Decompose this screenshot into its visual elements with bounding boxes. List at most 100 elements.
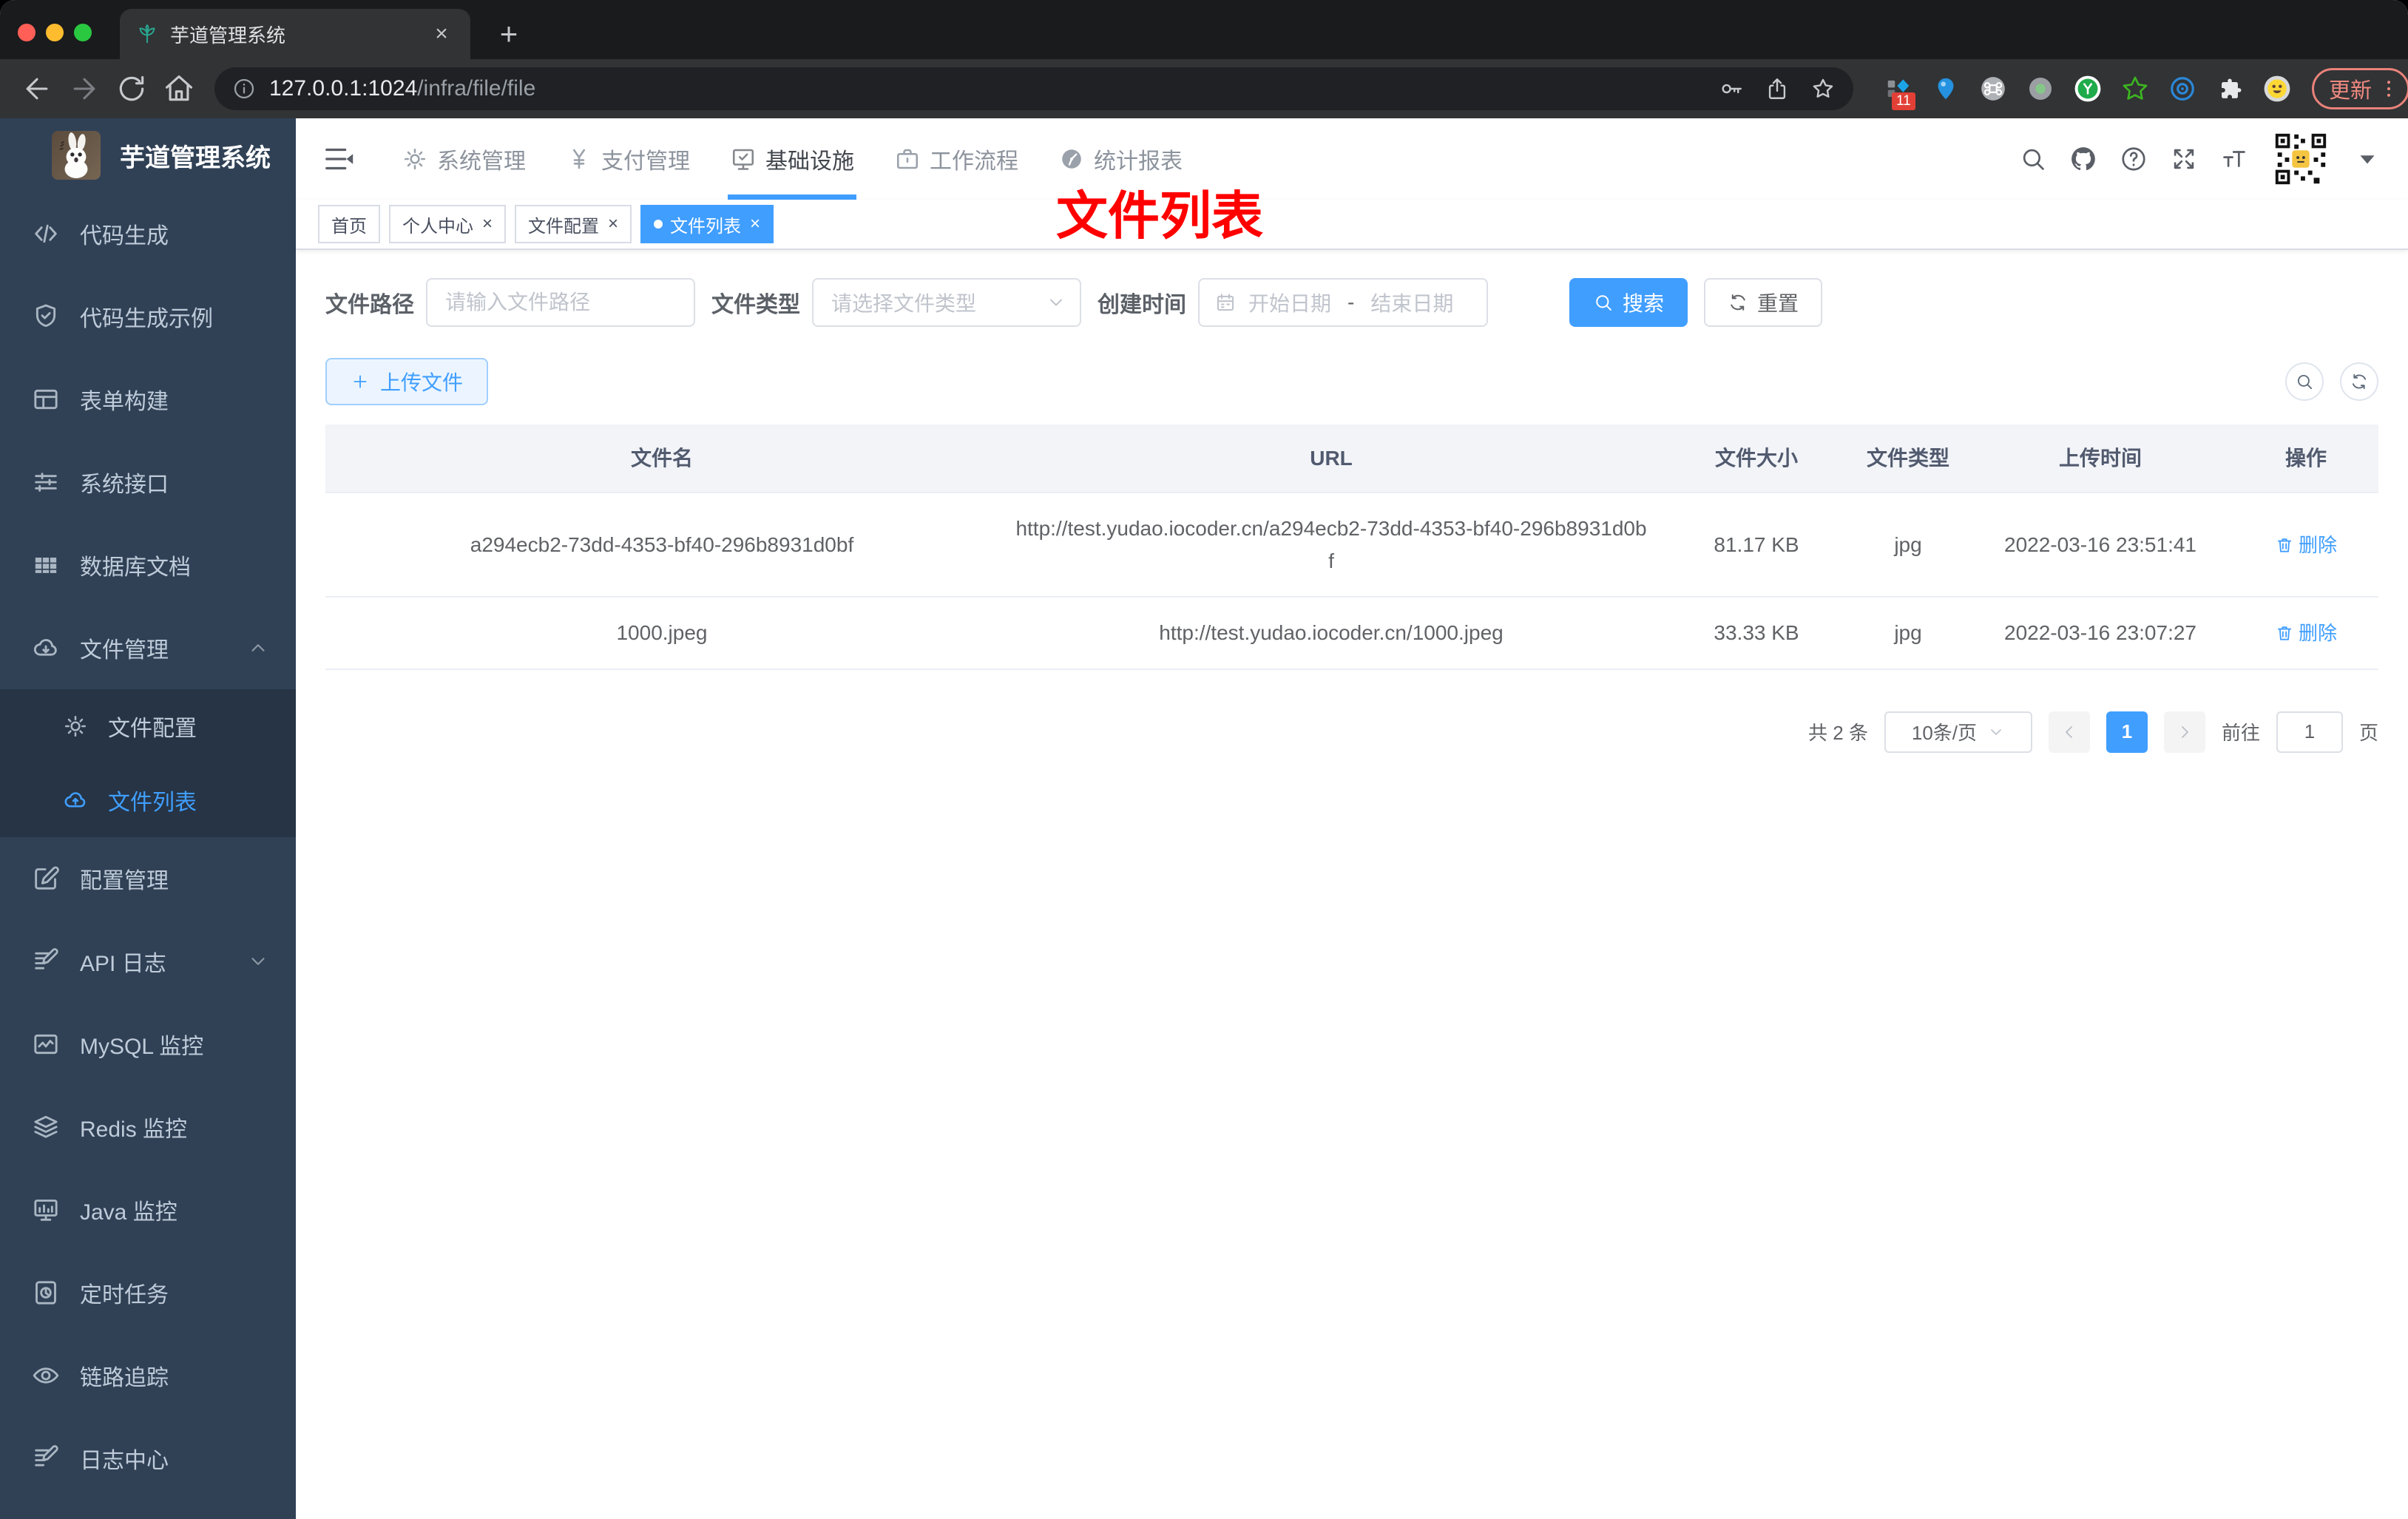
extension-dot-icon[interactable] <box>2026 75 2054 103</box>
tag-profile[interactable]: 个人中心 × <box>389 205 507 243</box>
refresh-table-button[interactable] <box>2340 362 2378 401</box>
site-info-icon[interactable] <box>232 77 256 101</box>
extension-y-icon[interactable] <box>2074 75 2102 103</box>
font-size-icon[interactable] <box>2220 145 2248 173</box>
sidebar: 芋道管理系统 代码生成 代码生成示例 表单构建 系统接口 数据库文档 文件管理 … <box>0 118 296 1519</box>
minimize-window-button[interactable] <box>46 24 64 41</box>
bookmark-star-icon[interactable] <box>1810 76 1836 101</box>
home-icon[interactable] <box>163 72 195 105</box>
date-range-picker[interactable]: 开始日期 - 结束日期 <box>1198 278 1488 327</box>
extension-star-icon[interactable] <box>2121 75 2149 103</box>
extension-eye-icon[interactable] <box>2168 75 2196 103</box>
back-icon[interactable] <box>21 72 53 105</box>
delete-label: 删除 <box>2298 533 2337 556</box>
file-type-label: 文件类型 <box>711 293 800 317</box>
extensions-puzzle-icon[interactable] <box>2216 75 2244 103</box>
toggle-search-button[interactable] <box>2285 362 2324 401</box>
sidebar-item-trace[interactable]: 链路追踪 <box>0 1334 296 1417</box>
delete-button[interactable]: 删除 <box>2275 530 2337 560</box>
document-edit-icon <box>31 947 61 976</box>
sidebar-item-code-gen[interactable]: 代码生成 <box>0 192 296 275</box>
prev-page-button[interactable] <box>2048 711 2090 753</box>
cell-url: http://test.yudao.iocoder.cn/a294ecb2-73… <box>1015 517 1647 572</box>
sidebar-item-java-monitor[interactable]: Java 监控 <box>0 1168 296 1251</box>
current-page-button[interactable]: 1 <box>2106 711 2148 753</box>
sidebar-item-file-list[interactable]: 文件列表 <box>0 763 296 837</box>
sidebar-item-file-config[interactable]: 文件配置 <box>0 689 296 763</box>
topnav-item-payment[interactable]: 支付管理 <box>546 118 710 200</box>
sidebar-item-mysql-monitor[interactable]: MySQL 监控 <box>0 1003 296 1086</box>
forward-icon[interactable] <box>68 72 101 105</box>
tag-file-config[interactable]: 文件配置 × <box>515 205 632 243</box>
tag-file-list[interactable]: 文件列表 × <box>640 205 774 243</box>
dashboard-icon <box>1058 146 1085 172</box>
extension-diamond-icon[interactable]: 11 <box>1884 75 1915 110</box>
calendar-icon <box>1214 291 1237 314</box>
reset-button[interactable]: 重置 <box>1704 278 1823 327</box>
sidebar-logo[interactable]: 芋道管理系统 <box>0 118 296 192</box>
sidebar-item-scheduled-tasks[interactable]: 定时任务 <box>0 1251 296 1334</box>
topnav-item-system[interactable]: 系统管理 <box>382 118 546 200</box>
update-label: 更新 <box>2329 79 2373 103</box>
help-icon[interactable] <box>2120 145 2148 173</box>
tag-close-icon[interactable]: × <box>482 214 493 234</box>
caret-down-icon[interactable] <box>2353 145 2381 173</box>
start-date-placeholder[interactable]: 开始日期 <box>1248 288 1331 317</box>
search-icon[interactable] <box>2019 145 2047 173</box>
file-path-input[interactable] <box>426 278 695 327</box>
new-tab-button[interactable]: + <box>488 13 530 55</box>
select-placeholder: 请选择文件类型 <box>831 292 977 315</box>
password-key-icon[interactable] <box>1719 76 1744 101</box>
profile-emoji-icon[interactable] <box>2263 75 2291 103</box>
tab-close-icon[interactable]: × <box>429 21 454 47</box>
fullscreen-icon[interactable] <box>2170 145 2198 173</box>
sidebar-item-db-doc[interactable]: 数据库文档 <box>0 524 296 606</box>
zoom-window-button[interactable] <box>74 24 92 41</box>
avatar[interactable] <box>2270 129 2331 189</box>
goto-page-input[interactable] <box>2276 711 2343 753</box>
browser-window: 芋道管理系统 × + 127.0.0.1:1024/infra/file/fil… <box>0 0 2408 1519</box>
tag-close-icon[interactable]: × <box>608 214 618 234</box>
page-size-select[interactable]: 10条/页 <box>1884 711 2032 753</box>
end-date-placeholder[interactable]: 结束日期 <box>1370 288 1453 317</box>
sidebar-item-log-center[interactable]: 日志中心 <box>0 1417 296 1500</box>
tag-home[interactable]: 首页 <box>318 205 380 243</box>
sidebar-item-code-gen-demo[interactable]: 代码生成示例 <box>0 275 296 358</box>
sidebar-item-label: 表单构建 <box>80 390 169 414</box>
create-time-label: 创建时间 <box>1098 293 1186 317</box>
tag-close-icon[interactable]: × <box>750 214 760 234</box>
upload-file-button[interactable]: 上传文件 <box>325 358 489 405</box>
search-button[interactable]: 搜索 <box>1569 278 1688 327</box>
plus-icon <box>351 372 370 391</box>
sidebar-item-form-builder[interactable]: 表单构建 <box>0 358 296 441</box>
browser-menu-icon[interactable] <box>2378 78 2400 100</box>
browser-tab[interactable]: 芋道管理系统 × <box>120 9 470 59</box>
collapse-sidebar-icon[interactable] <box>322 142 356 176</box>
file-type-select[interactable]: 请选择文件类型 <box>812 278 1081 327</box>
sidebar-item-file-management[interactable]: 文件管理 <box>0 606 296 689</box>
sidebar-item-config-management[interactable]: 配置管理 <box>0 837 296 920</box>
next-page-button[interactable] <box>2163 711 2205 753</box>
sidebar-item-system-api[interactable]: 系统接口 <box>0 441 296 524</box>
url-text[interactable]: 127.0.0.1:1024/infra/file/file <box>269 76 1719 101</box>
extension-command-icon[interactable] <box>1979 75 2007 103</box>
column-header-actions: 操作 <box>2284 447 2327 470</box>
browser-update-button[interactable]: 更新 <box>2312 68 2408 109</box>
app-title: 芋道管理系统 <box>120 143 271 172</box>
close-window-button[interactable] <box>18 24 35 41</box>
github-icon[interactable] <box>2069 145 2097 173</box>
reload-icon[interactable] <box>115 72 148 105</box>
sidebar-item-redis-monitor[interactable]: Redis 监控 <box>0 1086 296 1168</box>
topnav-item-infrastructure[interactable]: 基础设施 <box>710 118 874 200</box>
sidebar-item-label: Java 监控 <box>80 1200 177 1225</box>
extension-pin-icon[interactable] <box>1932 75 1960 103</box>
monitor-check-icon <box>730 146 757 172</box>
address-bar[interactable]: 127.0.0.1:1024/infra/file/file <box>214 67 1853 110</box>
sidebar-item-label: 链路追踪 <box>80 1366 169 1390</box>
sidebar-item-api-log[interactable]: API 日志 <box>0 920 296 1003</box>
window-controls[interactable] <box>18 24 92 41</box>
topnav-item-workflow[interactable]: 工作流程 <box>874 118 1038 200</box>
search-button-label: 搜索 <box>1623 292 1665 315</box>
delete-button[interactable]: 删除 <box>2275 618 2337 648</box>
share-icon[interactable] <box>1765 76 1790 101</box>
